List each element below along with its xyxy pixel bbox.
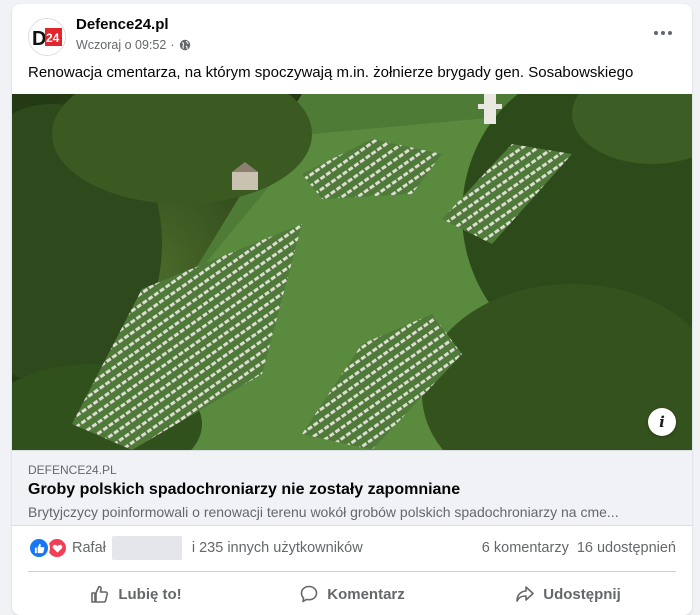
like-label: Lubię to! — [118, 585, 182, 603]
page-avatar[interactable]: D 24 — [28, 18, 66, 56]
logo-letter: D — [32, 28, 46, 50]
more-dot-icon — [668, 31, 672, 35]
comment-icon — [300, 585, 318, 603]
post-image[interactable]: i — [12, 94, 692, 450]
thumbs-up-icon — [91, 585, 109, 603]
like-button[interactable]: Lubię to! — [28, 572, 244, 615]
page-name-link[interactable]: Defence24.pl — [76, 16, 169, 33]
reaction-icons — [28, 537, 68, 559]
more-dot-icon — [654, 31, 658, 35]
engagement-counts: 6 komentarzy 16 udostępnień — [482, 540, 676, 556]
post-card: D 24 Defence24.pl Wczoraj o 09:52 · Reno… — [12, 4, 692, 615]
link-description: Brytyjczycy poinformowali o renowacji te… — [28, 504, 619, 520]
post-meta: Wczoraj o 09:52 · — [76, 38, 191, 52]
comment-label: Komentarz — [327, 585, 405, 603]
post-text: Renowacja cmentarza, na którym spoczywaj… — [28, 64, 634, 81]
globe-icon — [179, 39, 190, 51]
share-button[interactable]: Udostępnij — [460, 572, 676, 615]
logo-number: 24 — [46, 31, 60, 45]
like-reaction-icon — [28, 537, 50, 559]
link-preview[interactable]: DEFENCE24.PL Groby polskich spadochronia… — [12, 450, 692, 526]
share-label: Udostępnij — [543, 585, 621, 603]
link-title[interactable]: Groby polskich spadochroniarzy nie zosta… — [28, 481, 460, 499]
shares-count[interactable]: 16 udostępnień — [577, 540, 676, 556]
link-domain: DEFENCE24.PL — [28, 463, 117, 477]
post-header: D 24 Defence24.pl Wczoraj o 09:52 · — [12, 4, 692, 60]
comments-count[interactable]: 6 komentarzy — [482, 540, 569, 556]
post-stats: Rafał i 235 innych użytkowników 6 koment… — [28, 536, 676, 560]
reactor-name: Rafał — [72, 540, 106, 556]
action-bar: Lubię to! Komentarz Udostępnij — [28, 571, 676, 615]
more-dot-icon — [661, 31, 665, 35]
redacted-name — [111, 536, 182, 560]
defence24-logo-icon: D 24 — [29, 19, 65, 55]
comment-button[interactable]: Komentarz — [244, 572, 460, 615]
meta-separator: · — [170, 38, 175, 52]
info-icon[interactable]: i — [648, 408, 676, 436]
share-arrow-icon — [516, 586, 535, 602]
post-timestamp[interactable]: Wczoraj o 09:52 — [76, 38, 166, 52]
reactions-summary[interactable]: Rafał i 235 innych użytkowników — [28, 536, 363, 560]
cemetery-aerial-photo — [12, 94, 692, 450]
reactions-others: i 235 innych użytkowników — [191, 540, 363, 556]
more-options-button[interactable] — [648, 22, 678, 44]
